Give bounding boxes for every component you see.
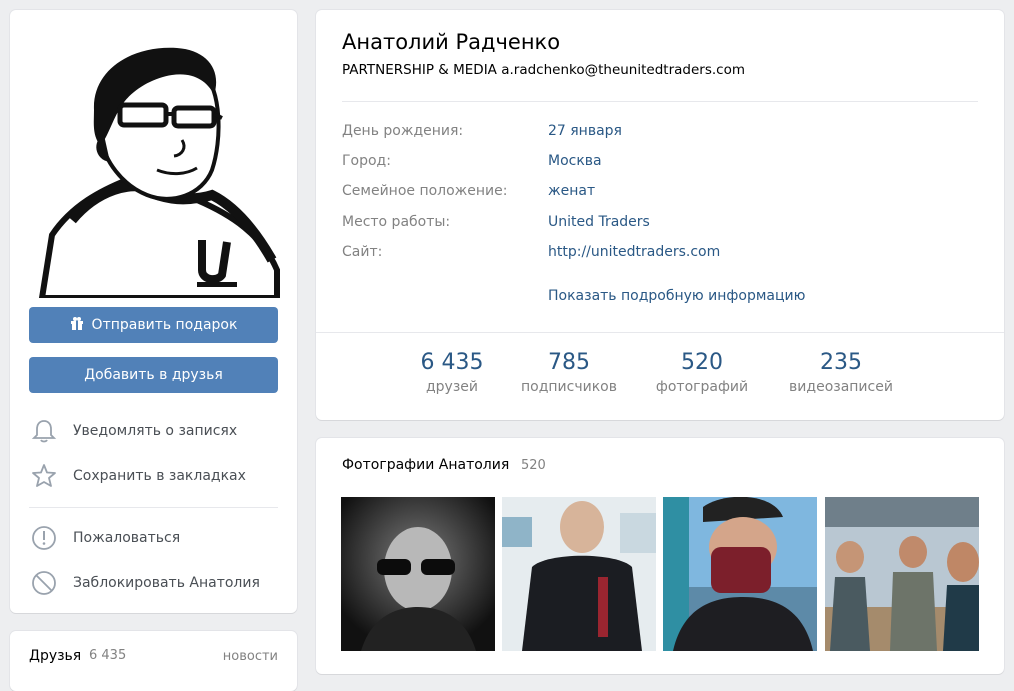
info-row-birthday: День рождения: 27 января [342, 123, 982, 145]
counter-photos[interactable]: 520 фотографий [654, 350, 750, 395]
counter-value: 6 435 [420, 350, 484, 375]
info-value[interactable]: http://unitedtraders.com [548, 244, 720, 260]
info-row-family: Семейное положение: женат [342, 183, 982, 205]
profile-name: Анатолий Радченко [342, 30, 561, 54]
save-bookmark-label: Сохранить в закладках [73, 468, 246, 484]
photos-count: 520 [521, 458, 546, 473]
info-label: Место работы: [342, 214, 451, 230]
notify-posts-action[interactable]: Уведомлять о записях [29, 416, 289, 446]
friends-block: Друзья 6 435 новости [10, 631, 297, 691]
add-friend-button[interactable]: Добавить в друзья [29, 357, 278, 393]
counter-caption: видеозаписей [789, 379, 893, 395]
photo-outdoor-portrait [663, 497, 817, 651]
counter-followers[interactable]: 785 подписчиков [516, 350, 622, 395]
photo-bw-portrait [341, 497, 495, 651]
photo-thumbnail[interactable] [663, 497, 817, 651]
friends-count: 6 435 [89, 648, 127, 663]
info-value[interactable]: 27 января [548, 123, 622, 139]
info-value[interactable]: United Traders [548, 214, 650, 230]
info-row-site: Сайт: http://unitedtraders.com [342, 244, 982, 266]
photos-title[interactable]: Фотографии Анатолия [342, 457, 509, 473]
photo-thumbnail[interactable] [825, 497, 979, 651]
block-icon [29, 568, 59, 598]
report-label: Пожаловаться [73, 530, 181, 546]
avatar[interactable] [32, 30, 280, 301]
profile-status: PARTNERSHIP & MEDIA a.radchenko@theunite… [342, 62, 745, 78]
add-friend-label: Добавить в друзья [84, 367, 223, 383]
info-row-city: Город: Москва [342, 153, 982, 175]
photos-card: Фотографии Анатолия 520 [316, 438, 1004, 674]
counter-friends[interactable]: 6 435 друзей [420, 350, 484, 395]
counter-caption: друзей [425, 379, 478, 395]
report-action[interactable]: Пожаловаться [29, 523, 289, 553]
send-gift-button[interactable]: Отправить подарок [29, 307, 278, 343]
divider [29, 507, 278, 508]
counter-caption: подписчиков [521, 379, 617, 395]
info-value[interactable]: Москва [548, 153, 602, 169]
info-row-work: Место работы: United Traders [342, 214, 982, 236]
profile-sidebar-card: Отправить подарок Добавить в друзья Увед… [10, 10, 297, 613]
gift-icon [70, 316, 84, 334]
photo-event-portrait [502, 497, 656, 651]
star-icon [29, 461, 59, 491]
counter-caption: фотографий [655, 379, 749, 395]
bell-icon [29, 416, 59, 446]
info-label: Семейное положение: [342, 183, 508, 199]
send-gift-label: Отправить подарок [91, 317, 238, 333]
warning-circle-icon [29, 523, 59, 553]
info-value[interactable]: женат [548, 183, 595, 199]
divider [342, 101, 978, 102]
info-label: День рождения: [342, 123, 464, 139]
photo-thumbnail[interactable] [502, 497, 656, 651]
counter-value: 235 [820, 350, 862, 375]
counter-videos[interactable]: 235 видеозаписей [784, 350, 898, 395]
avatar-sketch-image [32, 30, 280, 301]
photo-group-portrait [825, 497, 979, 651]
notify-posts-label: Уведомлять о записях [73, 423, 238, 439]
info-label: Город: [342, 153, 391, 169]
info-label: Сайт: [342, 244, 383, 260]
show-more-info-link[interactable]: Показать подробную информацию [548, 288, 805, 304]
friends-news-link[interactable]: новости [223, 649, 278, 664]
counter-value: 520 [681, 350, 723, 375]
photo-thumbnail[interactable] [341, 497, 495, 651]
counter-value: 785 [548, 350, 590, 375]
divider [316, 332, 1004, 333]
block-user-label: Заблокировать Анатолия [73, 575, 260, 591]
friends-title[interactable]: Друзья [29, 648, 81, 664]
save-bookmark-action[interactable]: Сохранить в закладках [29, 461, 289, 491]
block-user-action[interactable]: Заблокировать Анатолия [29, 568, 289, 598]
profile-info-card: Анатолий Радченко PARTNERSHIP & MEDIA a.… [316, 10, 1004, 420]
